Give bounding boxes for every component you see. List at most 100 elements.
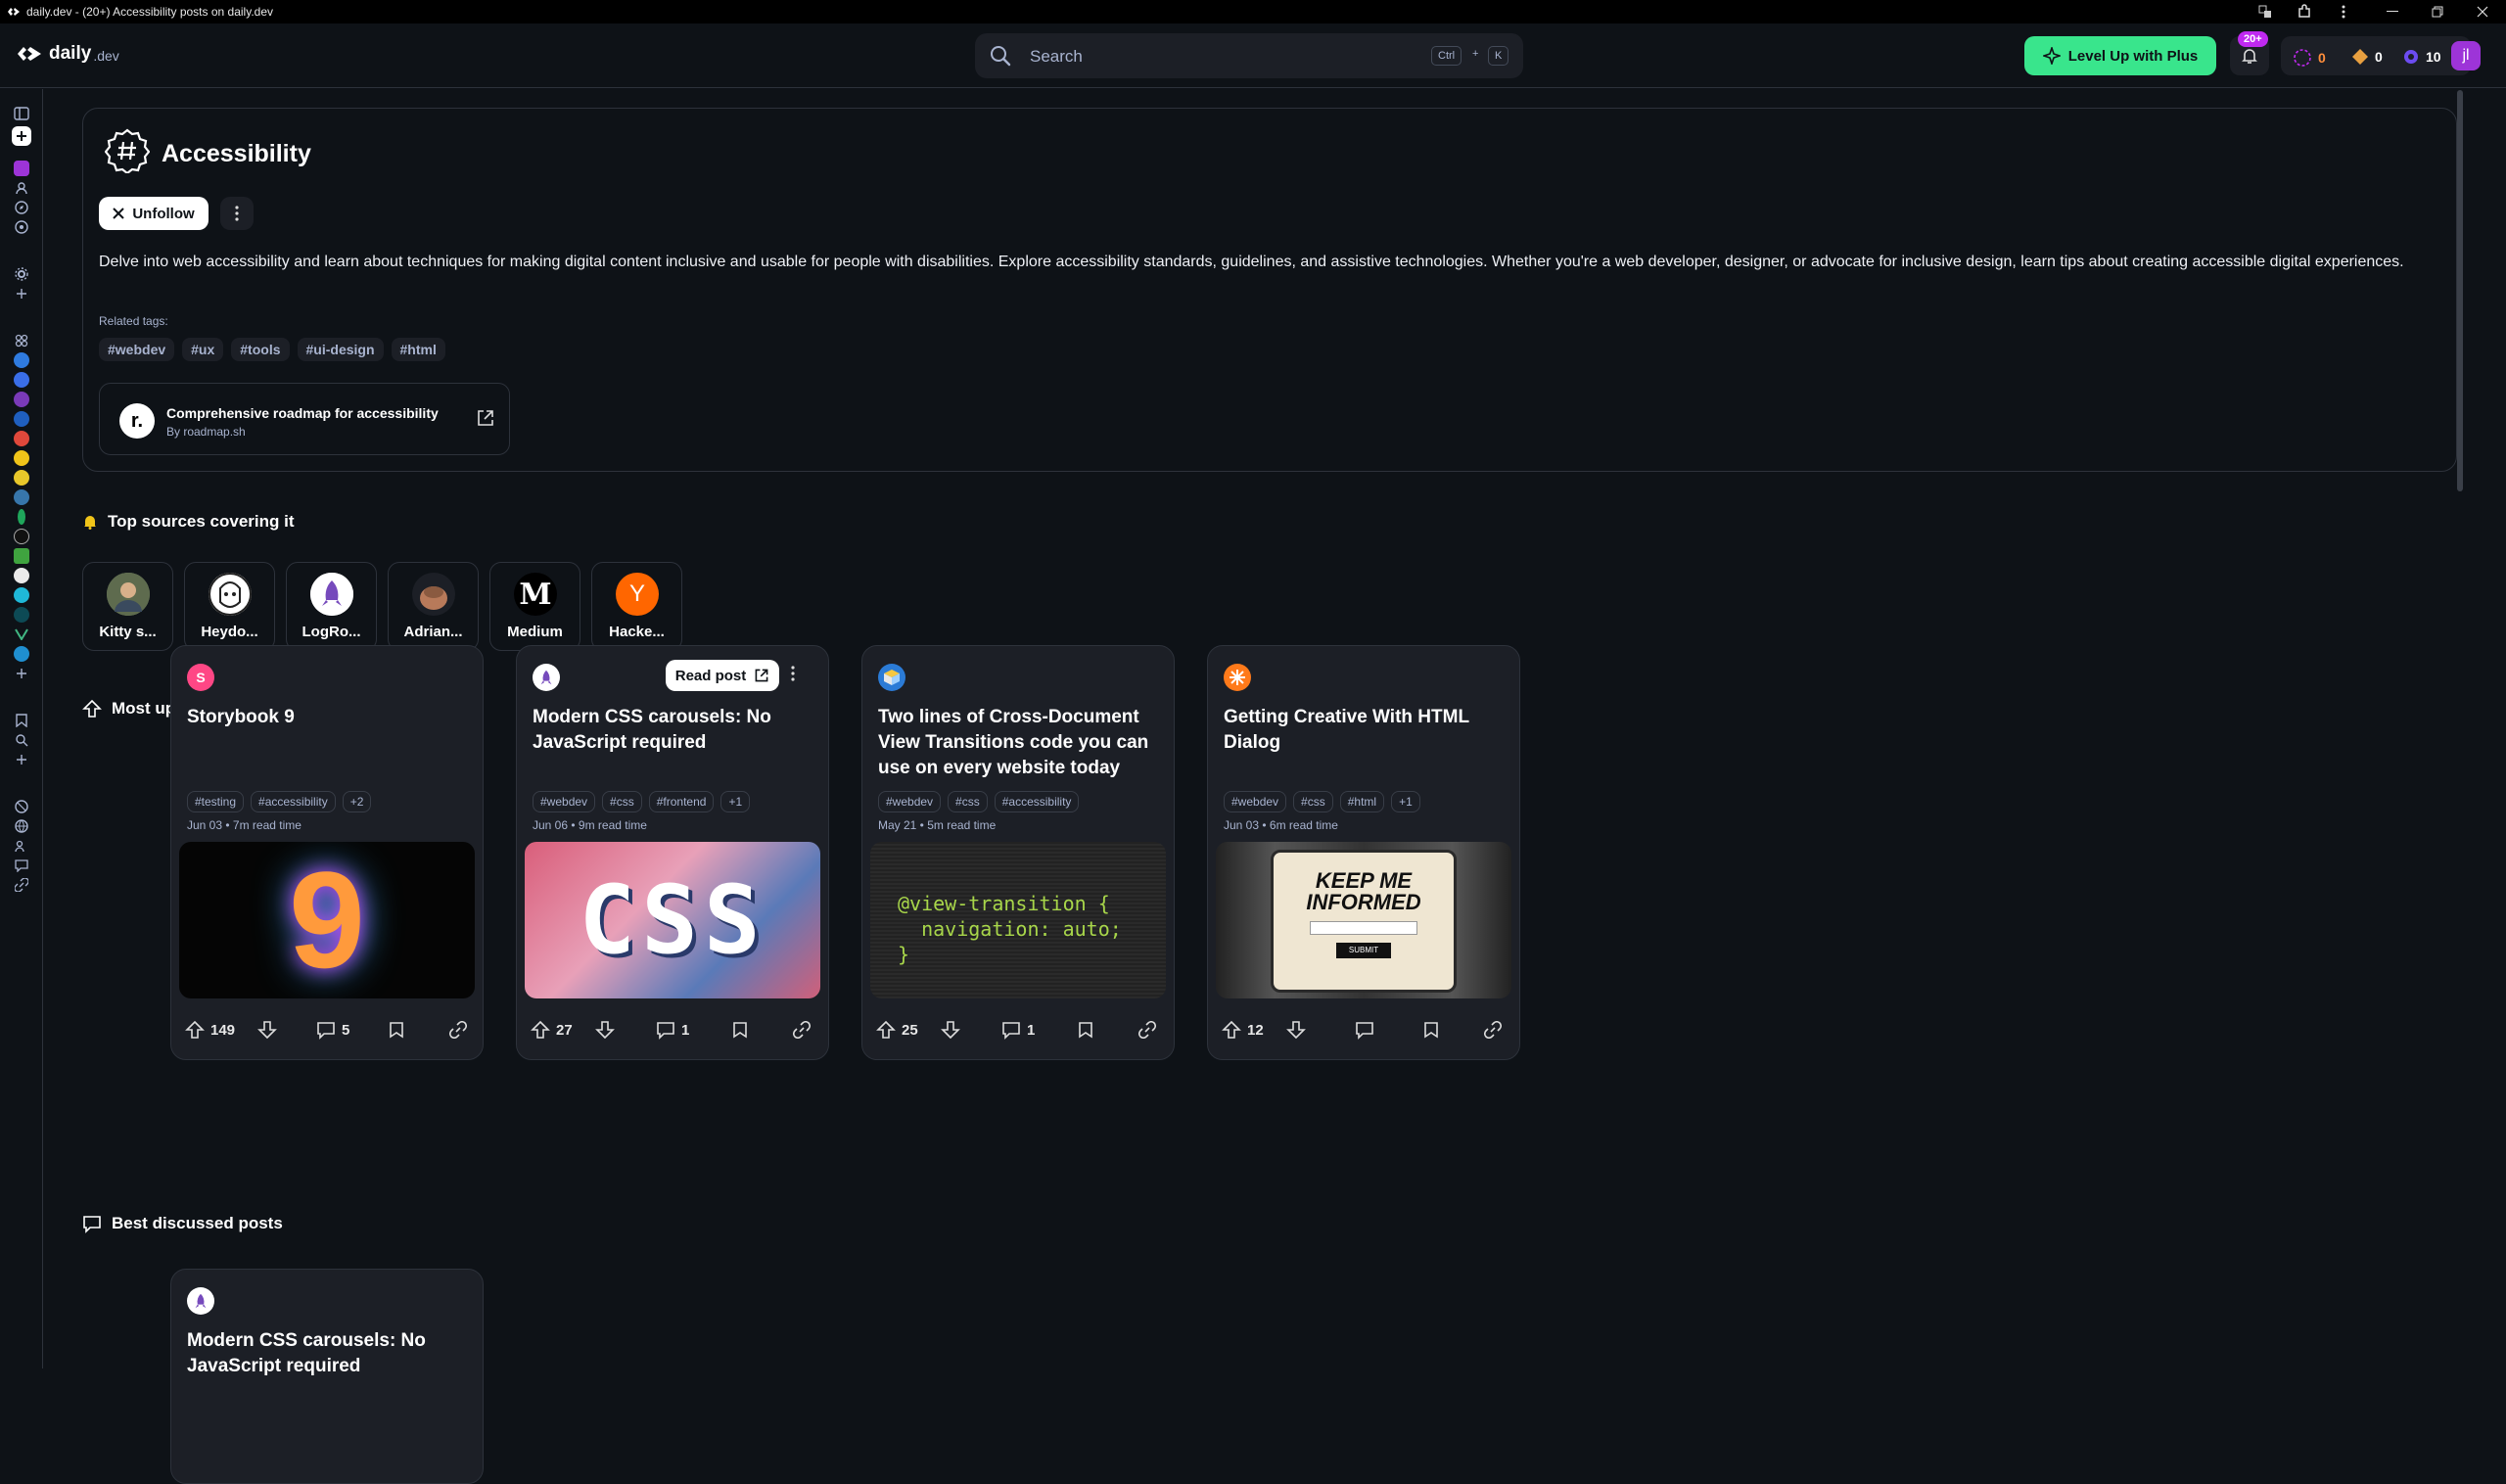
source-card[interactable]: LogRo... [286, 562, 377, 651]
sidebar-squad-14-icon[interactable] [12, 605, 31, 625]
discover-icon[interactable] [12, 797, 31, 816]
link-icon[interactable] [12, 875, 31, 895]
sidebar-squad-6-icon[interactable] [12, 448, 31, 468]
user-stats[interactable]: 0 0 10 [2281, 36, 2471, 75]
sidebar-squad-13-icon[interactable] [12, 585, 31, 605]
source-card[interactable]: Heydo... [184, 562, 275, 651]
page-scrollbar[interactable] [2457, 90, 2463, 491]
sidebar-squad-7-icon[interactable] [12, 468, 31, 487]
browser-menu-icon[interactable] [2322, 0, 2365, 23]
related-tag[interactable]: #ui-design [297, 338, 384, 361]
downvote-button[interactable] [257, 1012, 277, 1047]
source-card[interactable]: Adrian... [388, 562, 479, 651]
copy-link-button[interactable] [449, 1012, 467, 1047]
bookmark-button[interactable] [732, 1012, 748, 1047]
add-feed-icon[interactable] [12, 750, 31, 769]
restore-icon[interactable] [2416, 0, 2459, 23]
custom-feed-icon[interactable] [12, 730, 31, 750]
upvote-button[interactable]: 12 [1222, 1012, 1264, 1047]
post-card[interactable]: S Storybook 9 #testing #accessibility +2… [170, 645, 484, 1060]
squads-icon[interactable] [12, 331, 31, 350]
invite-friends-icon[interactable] [12, 836, 31, 856]
post-tag[interactable]: +1 [720, 791, 751, 812]
upvote-button[interactable]: 149 [185, 1012, 235, 1047]
post-tag[interactable]: +2 [342, 791, 372, 812]
sidebar-squad-1-icon[interactable] [12, 350, 31, 370]
add-squad-icon[interactable] [12, 284, 31, 303]
post-tag[interactable]: #css [602, 791, 642, 812]
comment-button[interactable]: 5 [316, 1012, 349, 1047]
sidebar-squad-11-icon[interactable] [12, 546, 31, 566]
extensions-icon[interactable] [2283, 0, 2326, 23]
sidebar-squad-9-icon[interactable] [12, 507, 31, 527]
related-tag[interactable]: #html [391, 338, 445, 361]
sidebar-squad-12-icon[interactable] [12, 566, 31, 585]
post-tag[interactable]: #css [948, 791, 988, 812]
upvote-button[interactable]: 27 [531, 1012, 573, 1047]
settings-icon[interactable] [12, 264, 31, 284]
copy-link-button[interactable] [1484, 1012, 1502, 1047]
roadmap-link-card[interactable]: r. Comprehensive roadmap for accessibili… [99, 383, 510, 455]
globe-icon[interactable] [12, 816, 31, 836]
bookmark-button[interactable] [389, 1012, 404, 1047]
sidebar-squad-4-icon[interactable] [12, 409, 31, 429]
post-card[interactable]: Modern CSS carousels: No JavaScript requ… [170, 1269, 484, 1484]
source-card[interactable]: Kitty s... [82, 562, 173, 651]
post-tag[interactable]: #webdev [878, 791, 942, 812]
sidebar-squad-16-icon[interactable] [12, 644, 31, 664]
post-tag[interactable]: #html [1339, 791, 1385, 812]
explore-icon[interactable] [12, 198, 31, 217]
bookmark-button[interactable] [1423, 1012, 1439, 1047]
upvote-button[interactable]: 25 [876, 1012, 918, 1047]
bookmarks-icon[interactable] [12, 711, 31, 730]
post-card[interactable]: Read post Modern CSS carousels: No JavaS… [516, 645, 829, 1060]
new-post-icon[interactable] [12, 126, 31, 146]
post-tag[interactable]: #webdev [1224, 791, 1287, 812]
post-card[interactable]: Getting Creative With HTML Dialog #webde… [1207, 645, 1520, 1060]
post-tag[interactable]: #testing [187, 791, 245, 812]
copy-link-button[interactable] [793, 1012, 811, 1047]
post-options-icon[interactable] [791, 666, 795, 681]
post-tag[interactable]: #frontend [648, 791, 715, 812]
copy-link-button[interactable] [1138, 1012, 1156, 1047]
downvote-button[interactable] [1286, 1012, 1306, 1047]
unfollow-button[interactable]: Unfollow [99, 197, 209, 230]
related-tag[interactable]: #ux [182, 338, 224, 361]
sidebar-squad-2-icon[interactable] [12, 370, 31, 390]
read-post-button[interactable]: Read post [666, 660, 779, 691]
following-icon[interactable] [12, 178, 31, 198]
post-tag[interactable]: +1 [1391, 791, 1420, 812]
post-card[interactable]: Two lines of Cross-Document View Transit… [861, 645, 1175, 1060]
comment-button[interactable] [1355, 1012, 1380, 1047]
sidebar-squad-15-icon[interactable] [12, 625, 31, 644]
post-tag[interactable]: #accessibility [251, 791, 336, 812]
sidebar-toggle-icon[interactable] [12, 104, 31, 123]
history-icon[interactable] [12, 217, 31, 237]
source-card[interactable]: M Medium [489, 562, 580, 651]
daily-dev-logo[interactable]: daily .dev [16, 43, 119, 65]
sidebar-squad-8-icon[interactable] [12, 487, 31, 507]
related-tag[interactable]: #tools [231, 338, 290, 361]
downvote-button[interactable] [941, 1012, 960, 1047]
post-tag[interactable]: #webdev [533, 791, 596, 812]
feedback-icon[interactable] [12, 856, 31, 875]
related-tag[interactable]: #webdev [99, 338, 175, 361]
tag-options-button[interactable] [220, 197, 254, 230]
post-tag[interactable]: #accessibility [994, 791, 1080, 812]
downvote-button[interactable] [595, 1012, 615, 1047]
source-card[interactable]: Y Hacke... [591, 562, 682, 651]
minimize-icon[interactable] [2371, 0, 2414, 23]
post-tag[interactable]: #css [1293, 791, 1333, 812]
sidebar-squad-5-icon[interactable] [12, 429, 31, 448]
level-up-plus-button[interactable]: Level Up with Plus [2024, 36, 2216, 75]
sidebar-squad-10-icon[interactable] [12, 527, 31, 546]
comment-button[interactable]: 1 [1001, 1012, 1035, 1047]
comment-button[interactable]: 1 [656, 1012, 689, 1047]
bookmark-button[interactable] [1078, 1012, 1093, 1047]
user-avatar[interactable]: jl [2451, 41, 2481, 70]
search-bar[interactable]: Search Ctrl + K [975, 33, 1523, 78]
translate-icon[interactable] [2244, 0, 2287, 23]
my-feed-icon[interactable] [12, 159, 31, 178]
sidebar-squad-3-icon[interactable] [12, 390, 31, 409]
close-window-icon[interactable] [2461, 0, 2504, 23]
